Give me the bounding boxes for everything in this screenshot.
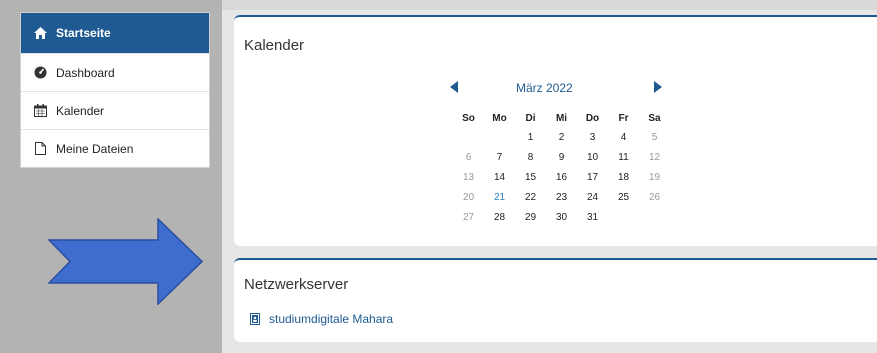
- weekday-label: Mi: [555, 112, 568, 124]
- day-cell-today[interactable]: 21: [484, 187, 515, 207]
- weekday-row: So Mo Di Mi Do Fr Sa: [453, 109, 670, 127]
- weekday-label: Sa: [648, 112, 661, 124]
- calendar-grid: So Mo Di Mi Do Fr Sa 1 2 3 4 5 6 7 8 9 1…: [453, 109, 670, 227]
- sidebar-item-kalender[interactable]: Kalender: [21, 91, 209, 129]
- prev-month-icon[interactable]: [450, 81, 458, 93]
- day-cell[interactable]: 22: [515, 187, 546, 207]
- sidebar-item-startseite[interactable]: Startseite: [21, 13, 209, 53]
- day-cell[interactable]: 26: [639, 187, 670, 207]
- mahara-link-label[interactable]: studiumdigitale Mahara: [269, 312, 393, 326]
- sidebar-item-meine-dateien[interactable]: Meine Dateien: [21, 129, 209, 167]
- calendar-title: Kalender: [244, 37, 305, 54]
- sidebar-item-label: Meine Dateien: [56, 141, 134, 156]
- calendar-icon: [33, 104, 47, 118]
- weekday-label: Di: [525, 112, 536, 124]
- day-cell[interactable]: 23: [546, 187, 577, 207]
- day-cell[interactable]: 5: [639, 127, 670, 147]
- sidebar-item-label: Dashboard: [56, 65, 115, 80]
- day-cell[interactable]: 24: [577, 187, 608, 207]
- day-cell[interactable]: 3: [577, 127, 608, 147]
- sidebar-item-dashboard[interactable]: Dashboard: [21, 53, 209, 91]
- network-card: Netzwerkserver studiumdigitale Mahara: [234, 258, 877, 342]
- calendar-card: Kalender März 2022 So Mo Di Mi Do Fr Sa …: [234, 15, 877, 246]
- day-cell: [639, 207, 670, 227]
- day-cell[interactable]: 25: [608, 187, 639, 207]
- week-row: 27 28 29 30 31: [453, 207, 670, 227]
- day-cell[interactable]: 13: [453, 167, 484, 187]
- weekday-label: Do: [585, 112, 600, 124]
- day-cell[interactable]: 31: [577, 207, 608, 227]
- day-cell[interactable]: 18: [608, 167, 639, 187]
- mahara-link[interactable]: studiumdigitale Mahara: [250, 312, 393, 326]
- day-cell[interactable]: 16: [546, 167, 577, 187]
- sidebar-item-label: Kalender: [56, 103, 105, 118]
- calendar-header: März 2022: [234, 79, 877, 99]
- next-month-icon[interactable]: [654, 81, 662, 93]
- network-title: Netzwerkserver: [244, 276, 349, 293]
- day-cell[interactable]: 8: [515, 147, 546, 167]
- day-cell[interactable]: 12: [639, 147, 670, 167]
- day-cell[interactable]: 6: [453, 147, 484, 167]
- dashboard-icon: [33, 66, 47, 80]
- day-cell[interactable]: 29: [515, 207, 546, 227]
- day-cell[interactable]: 15: [515, 167, 546, 187]
- day-cell[interactable]: 11: [608, 147, 639, 167]
- weekday-label: Mo: [492, 112, 507, 124]
- sidebar-nav: Startseite Dashboard Kalender Meine Date…: [20, 12, 210, 168]
- current-month[interactable]: März 2022: [516, 81, 573, 95]
- day-cell: [484, 127, 515, 147]
- day-cell[interactable]: 17: [577, 167, 608, 187]
- day-cell[interactable]: 1: [515, 127, 546, 147]
- week-row: 13 14 15 16 17 18 19: [453, 167, 670, 187]
- day-cell[interactable]: 30: [546, 207, 577, 227]
- day-cell[interactable]: 10: [577, 147, 608, 167]
- day-cell[interactable]: 4: [608, 127, 639, 147]
- top-strip: [222, 0, 877, 10]
- day-cell: [608, 207, 639, 227]
- file-icon: [33, 142, 47, 156]
- week-row: 1 2 3 4 5: [453, 127, 670, 147]
- weekday-label: So: [462, 112, 475, 124]
- week-row: 6 7 8 9 10 11 12: [453, 147, 670, 167]
- day-cell[interactable]: 20: [453, 187, 484, 207]
- home-icon: [33, 26, 47, 40]
- day-cell[interactable]: 14: [484, 167, 515, 187]
- day-cell[interactable]: 28: [484, 207, 515, 227]
- day-cell[interactable]: 7: [484, 147, 515, 167]
- day-cell[interactable]: 19: [639, 167, 670, 187]
- weekday-label: Fr: [618, 112, 629, 124]
- day-cell[interactable]: 2: [546, 127, 577, 147]
- sidebar-item-label: Startseite: [56, 26, 111, 40]
- server-icon: [250, 313, 260, 325]
- right-arrow-icon: [48, 218, 203, 305]
- day-cell[interactable]: 9: [546, 147, 577, 167]
- day-cell: [453, 127, 484, 147]
- week-row: 20 21 22 23 24 25 26: [453, 187, 670, 207]
- day-cell[interactable]: 27: [453, 207, 484, 227]
